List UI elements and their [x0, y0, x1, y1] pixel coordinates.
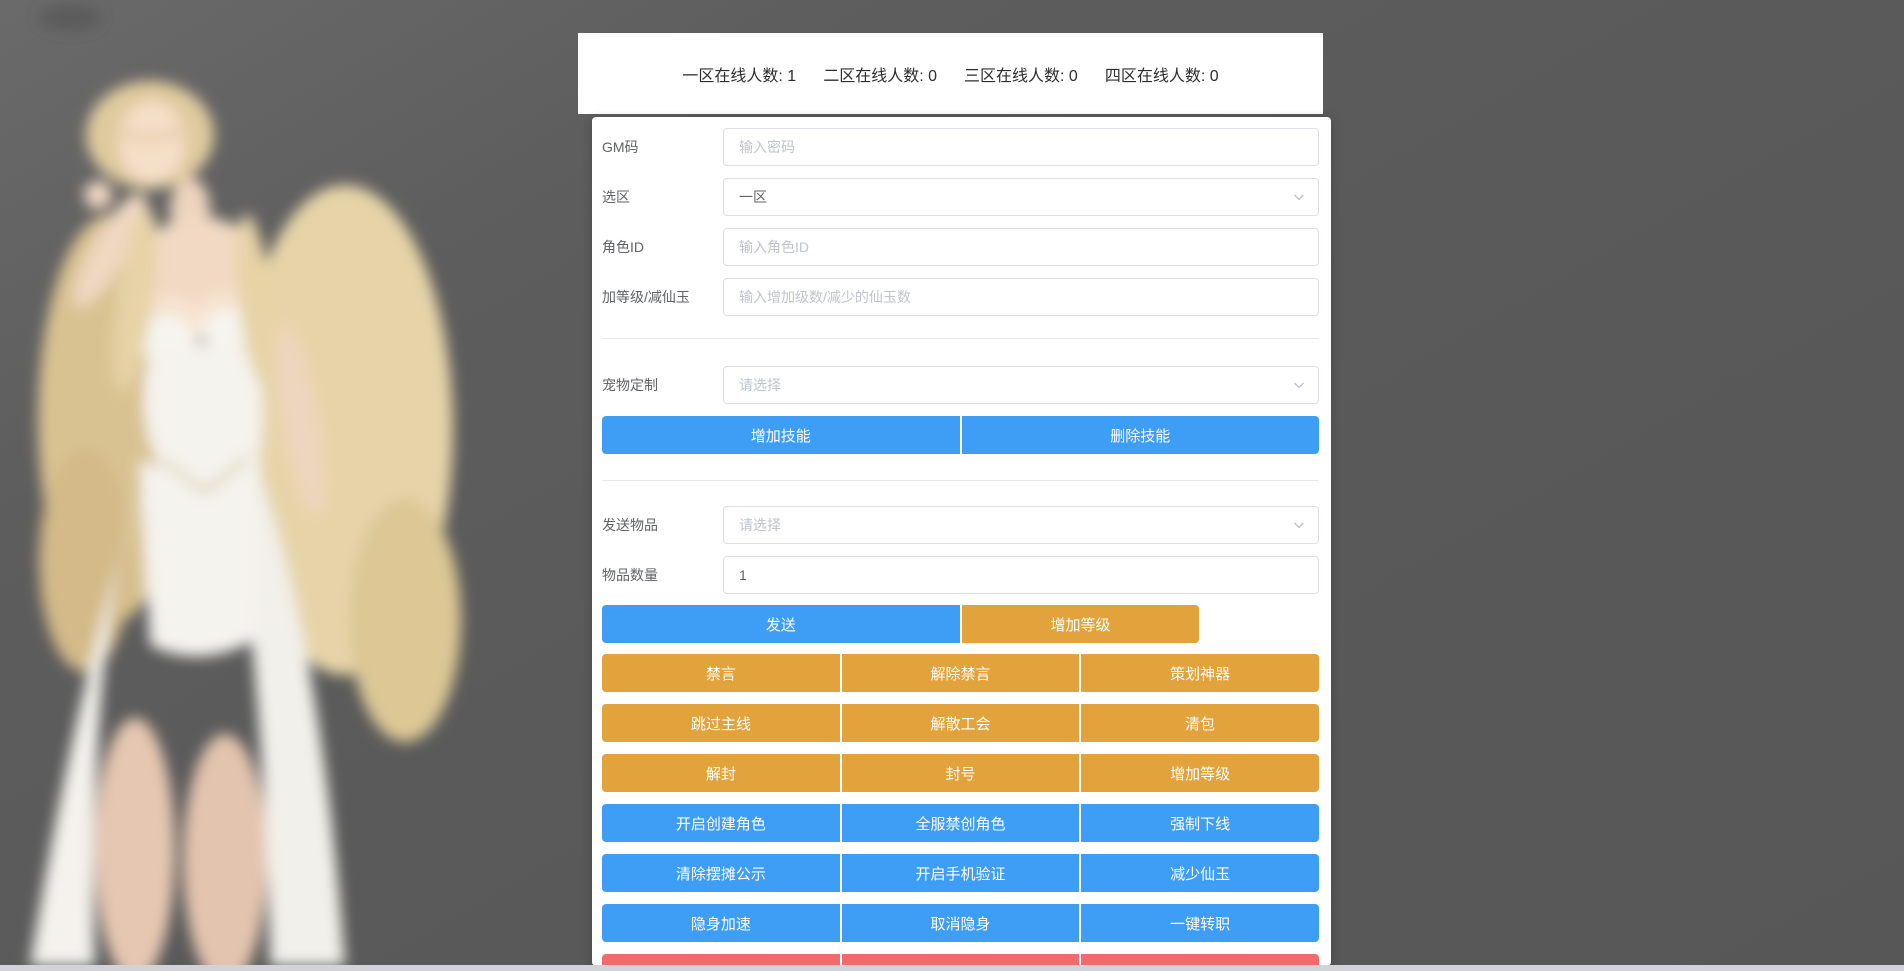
- pet-custom-placeholder: 请选择: [739, 375, 781, 395]
- add-skill-button[interactable]: 增加技能: [602, 416, 960, 454]
- enable-phone-verify-button[interactable]: 开启手机验证: [842, 854, 1080, 892]
- server-zone-label: 选区: [602, 187, 723, 207]
- pet-skill-button-row: 增加技能 删除技能: [602, 416, 1319, 454]
- role-id-row: 角色ID: [602, 228, 1319, 266]
- delete-skill-button[interactable]: 删除技能: [962, 416, 1320, 454]
- pet-custom-select[interactable]: 请选择: [723, 366, 1319, 404]
- colon: :: [778, 68, 787, 85]
- mute-button[interactable]: 禁言: [602, 654, 840, 692]
- stealth-speed-button[interactable]: 隐身加速: [602, 904, 840, 942]
- item-quantity-row: 物品数量: [602, 556, 1319, 594]
- character-artwork: [0, 0, 565, 966]
- gm-form-card: GM码 选区 一区 角色ID 加等级/减仙玉 宠物定制 请选择: [592, 117, 1331, 966]
- unban-button[interactable]: 解封: [602, 754, 840, 792]
- send-item-select[interactable]: 请选择: [723, 506, 1319, 544]
- section-divider: [602, 480, 1319, 481]
- disband-guild-button[interactable]: 解散工会: [842, 704, 1080, 742]
- level-jade-row: 加等级/减仙玉: [602, 278, 1319, 316]
- window-bottom-edge: [0, 965, 1904, 971]
- cancel-stealth-button[interactable]: 取消隐身: [842, 904, 1080, 942]
- online-count-zone1: 一区在线人数: 1: [682, 62, 796, 86]
- reduce-jade-button[interactable]: 减少仙玉: [1081, 854, 1319, 892]
- action-row-2: 跳过主线 解散工会 清包: [602, 704, 1319, 742]
- enable-create-role-button[interactable]: 开启创建角色: [602, 804, 840, 842]
- pet-custom-label: 宠物定制: [602, 375, 723, 395]
- send-button[interactable]: 发送: [602, 605, 960, 643]
- zone1-count-value: 1: [787, 68, 796, 85]
- server-zone-select[interactable]: 一区: [723, 178, 1319, 216]
- action-row-3: 解封 封号 增加等级: [602, 754, 1319, 792]
- item-quantity-label: 物品数量: [602, 565, 723, 585]
- level-jade-input[interactable]: [723, 278, 1319, 316]
- role-id-input[interactable]: [723, 228, 1319, 266]
- pet-custom-row: 宠物定制 请选择: [602, 366, 1319, 404]
- clear-bag-button[interactable]: 清包: [1081, 704, 1319, 742]
- level-jade-label: 加等级/减仙玉: [602, 287, 723, 307]
- role-id-label: 角色ID: [602, 237, 723, 257]
- colon: :: [1201, 68, 1210, 85]
- clear-stall-notice-button[interactable]: 清除摆摊公示: [602, 854, 840, 892]
- section-divider: [602, 338, 1319, 339]
- skip-mainline-button[interactable]: 跳过主线: [602, 704, 840, 742]
- one-key-class-change-button[interactable]: 一键转职: [1081, 904, 1319, 942]
- online-count-zone2: 二区在线人数: 0: [823, 62, 937, 86]
- send-item-label: 发送物品: [602, 515, 723, 535]
- disable-create-role-button[interactable]: 全服禁创角色: [842, 804, 1080, 842]
- send-item-placeholder: 请选择: [739, 515, 781, 535]
- action-row-1: 禁言 解除禁言 策划神器: [602, 654, 1319, 692]
- force-offline-button[interactable]: 强制下线: [1081, 804, 1319, 842]
- page-background: 一区在线人数: 1 二区在线人数: 0 三区在线人数: 0 四区在线人数: 0 …: [0, 0, 1904, 971]
- gm-code-input[interactable]: [723, 128, 1319, 166]
- online-count-header: 一区在线人数: 1 二区在线人数: 0 三区在线人数: 0 四区在线人数: 0: [578, 33, 1323, 114]
- increase-level-button[interactable]: 增加等级: [1081, 754, 1319, 792]
- action-row-5: 清除摆摊公示 开启手机验证 减少仙玉: [602, 854, 1319, 892]
- online-count-zone4: 四区在线人数: 0: [1105, 62, 1219, 86]
- zone2-count-value: 0: [928, 68, 937, 85]
- unmute-button[interactable]: 解除禁言: [842, 654, 1080, 692]
- ban-account-button[interactable]: 封号: [842, 754, 1080, 792]
- planner-artifact-button[interactable]: 策划神器: [1081, 654, 1319, 692]
- online-count-zone3: 三区在线人数: 0: [964, 62, 1078, 86]
- action-row-6: 隐身加速 取消隐身 一键转职: [602, 904, 1319, 942]
- add-level-button[interactable]: 增加等级: [962, 605, 1200, 643]
- send-item-row: 发送物品 请选择: [602, 506, 1319, 544]
- zone3-count-value: 0: [1069, 68, 1078, 85]
- colon: :: [919, 68, 928, 85]
- send-button-row: 发送 增加等级: [602, 605, 1319, 643]
- gm-code-label: GM码: [602, 137, 723, 157]
- zone4-count-value: 0: [1210, 68, 1219, 85]
- chevron-down-icon: [1292, 518, 1306, 532]
- chevron-down-icon: [1292, 190, 1306, 204]
- gm-code-row: GM码: [602, 128, 1319, 166]
- server-zone-row: 选区 一区: [602, 178, 1319, 216]
- action-row-4: 开启创建角色 全服禁创角色 强制下线: [602, 804, 1319, 842]
- server-zone-value: 一区: [739, 187, 767, 207]
- chevron-down-icon: [1292, 378, 1306, 392]
- item-quantity-input[interactable]: [723, 556, 1319, 594]
- colon: :: [1060, 68, 1069, 85]
